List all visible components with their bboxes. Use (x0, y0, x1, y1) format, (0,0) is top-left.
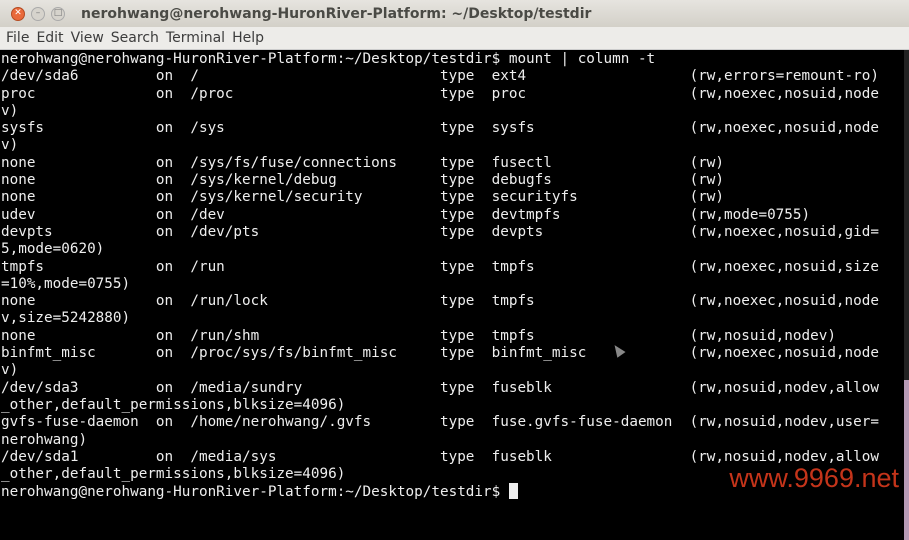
prompt: nerohwang@nerohwang-HuronRiver-Platform:… (1, 484, 509, 501)
terminal-line: nerohwang@nerohwang-HuronRiver-Platform:… (1, 51, 656, 67)
scrollbar[interactable] (904, 50, 909, 540)
title-bar: ✕ – □ nerohwang@nerohwang-HuronRiver-Pla… (0, 0, 909, 27)
terminal-line: nerohwang) (1, 431, 88, 448)
terminal-line: _other,default_permissions,blksize=4096) (1, 396, 346, 413)
terminal-line: =10%,mode=0755) (1, 275, 131, 292)
terminal-line: none on /run/lock type tmpfs (rw,noexec,… (1, 293, 879, 310)
terminal-line: /dev/sda6 on / type ext4 (rw,errors=remo… (1, 68, 879, 85)
terminal-line: v) (1, 137, 19, 154)
terminal-line: none on /sys/fs/fuse/connections type fu… (1, 154, 725, 171)
close-button[interactable]: ✕ (11, 6, 25, 21)
menu-help[interactable]: Help (232, 30, 264, 46)
terminal-line: none on /sys/kernel/debug type debugfs (… (1, 172, 725, 189)
terminal-line: sysfs on /sys type sysfs (rw,noexec,nosu… (1, 120, 879, 137)
terminal-line: gvfs-fuse-daemon on /home/nerohwang/.gvf… (1, 414, 879, 431)
terminal-line: none on /run/shm type tmpfs (rw,nosuid,n… (1, 327, 836, 344)
cursor (508, 483, 518, 500)
terminal-line: v) (1, 102, 19, 119)
menu-search[interactable]: Search (111, 30, 159, 46)
menu-file[interactable]: File (6, 30, 29, 46)
menu-terminal[interactable]: Terminal (166, 30, 225, 46)
terminal-line: v,size=5242880) (1, 310, 131, 327)
terminal-line: none on /sys/kernel/security type securi… (1, 189, 725, 206)
menu-view[interactable]: View (71, 30, 104, 46)
terminal-output[interactable]: nerohwang@nerohwang-HuronRiver-Platform:… (1, 50, 901, 500)
terminal-line: tmpfs on /run type tmpfs (rw,noexec,nosu… (1, 258, 879, 275)
terminal-line: udev on /dev type devtmpfs (rw,mode=0755… (1, 206, 811, 223)
terminal-line: proc on /proc type proc (rw,noexec,nosui… (1, 85, 879, 102)
terminal-line: /dev/sda3 on /media/sundry type fuseblk … (1, 379, 879, 396)
menu-bar: File Edit View Search Terminal Help (0, 27, 909, 50)
watermark: www.9969.net (729, 463, 899, 493)
terminal-line: v) (1, 362, 19, 379)
maximize-button[interactable]: □ (51, 6, 65, 21)
menu-edit[interactable]: Edit (36, 30, 63, 46)
minimize-button[interactable]: – (31, 6, 45, 21)
terminal-line: devpts on /dev/pts type devpts (rw,noexe… (1, 223, 879, 240)
scrollbar-thumb[interactable] (904, 380, 909, 540)
terminal-line: 5,mode=0620) (1, 241, 105, 258)
terminal-line: binfmt_misc on /proc/sys/fs/binfmt_misc … (1, 345, 879, 362)
window-title: nerohwang@nerohwang-HuronRiver-Platform:… (81, 5, 592, 22)
